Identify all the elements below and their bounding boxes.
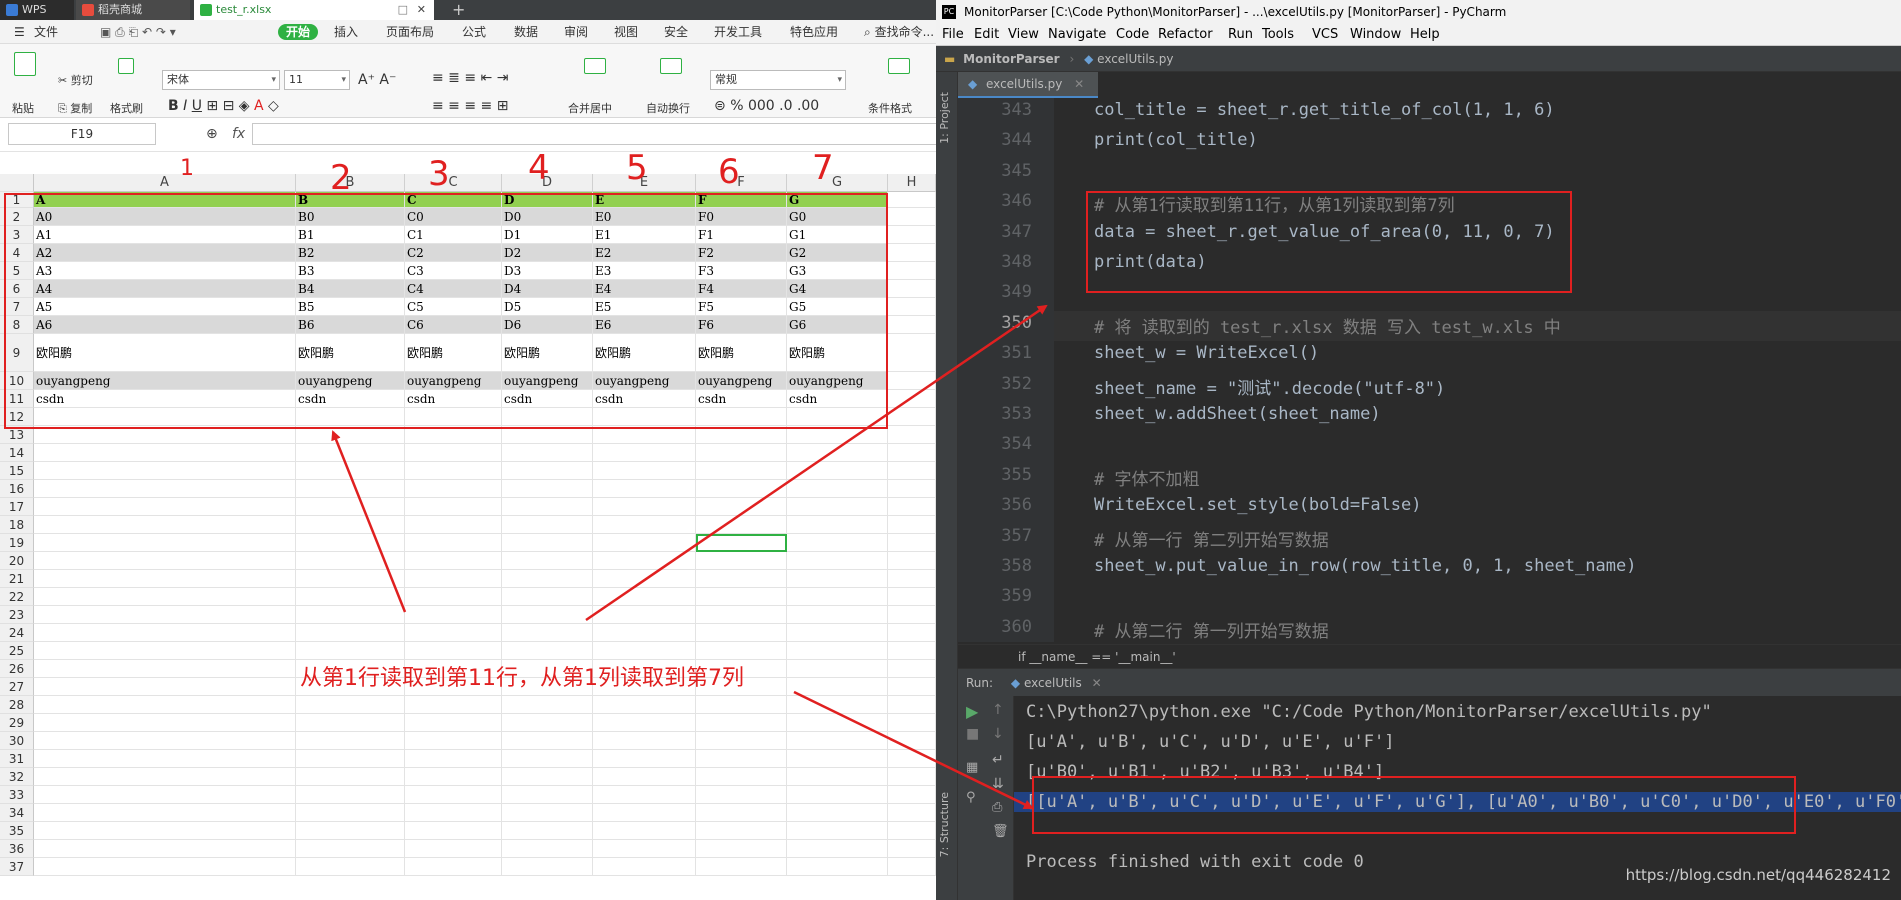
watermark: https://blog.csdn.net/qq446282412	[1625, 866, 1891, 884]
annotation-col-3: 3	[428, 154, 450, 194]
arrow-to-console	[793, 690, 1034, 810]
annotation-col-6: 6	[718, 152, 740, 192]
annotation-col-5: 5	[626, 148, 648, 188]
grid-highlight-box	[4, 193, 888, 429]
annotation-col-1: 1	[180, 156, 194, 181]
console-highlight-box	[1032, 776, 1796, 834]
arrow-to-grid	[331, 430, 407, 613]
screenshot-root: WPS 稻壳商城 test_r.xlsx □ ✕ + ☰ 文件 ▣ ⎙ ⎗ ↶ …	[0, 0, 1901, 900]
annotation-col-7: 7	[812, 148, 834, 188]
code-highlight-box	[1086, 191, 1572, 293]
annotation-col-4: 4	[528, 148, 550, 188]
annotation-caption: 从第1行读取到第11行，从第1列读取到第7列	[300, 666, 744, 691]
annotation-col-2: 2	[330, 158, 352, 198]
annotation-layer	[331, 304, 1048, 810]
